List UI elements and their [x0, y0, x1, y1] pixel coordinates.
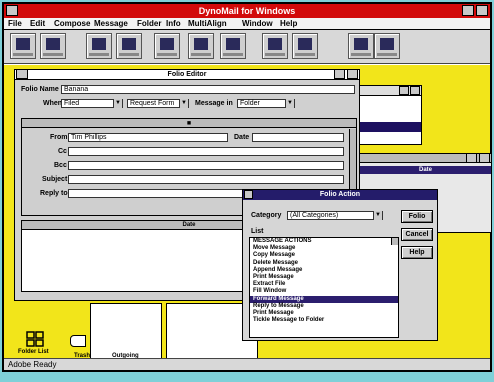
- toolbar-button[interactable]: [188, 33, 214, 59]
- date-input[interactable]: [252, 133, 344, 142]
- toolbar-button[interactable]: [348, 33, 374, 59]
- menu-bar: File Edit Compose Message Folder Info Mu…: [4, 18, 490, 30]
- subject-input[interactable]: [68, 175, 344, 184]
- preview-pane: [90, 303, 162, 359]
- minimize-icon[interactable]: [334, 69, 345, 79]
- menu-help[interactable]: Help: [280, 19, 297, 28]
- folio-editor-title: Folio Editor: [15, 70, 359, 80]
- cc-input[interactable]: [68, 147, 344, 156]
- menu-message[interactable]: Message: [94, 19, 128, 28]
- minimize-icon[interactable]: [399, 86, 409, 95]
- date-column-header: Date: [360, 166, 491, 174]
- category-dropdown[interactable]: (All Categories): [287, 211, 383, 220]
- folio-action-dialog: Folio Action Category (All Categories) L…: [242, 189, 438, 341]
- cc-label: Cc: [58, 148, 67, 155]
- toolbar-button[interactable]: [86, 33, 112, 59]
- bcc-label: Bcc: [54, 162, 67, 169]
- folder-list-icon[interactable]: [26, 331, 44, 349]
- bcc-input[interactable]: [68, 161, 344, 170]
- list-item[interactable]: Move Message: [250, 245, 398, 252]
- maximize-icon[interactable]: [479, 153, 490, 163]
- date-label: Date: [234, 134, 250, 141]
- list-item: MESSAGE ACTIONS: [253, 238, 312, 244]
- from-input[interactable]: Tim Phillips: [68, 133, 228, 142]
- reply-to-label: Reply to: [40, 190, 68, 197]
- window-title: DynoMail for Windows: [4, 4, 490, 18]
- maximize-icon[interactable]: [347, 69, 358, 79]
- minimize-icon[interactable]: [462, 5, 474, 16]
- vertical-scrollbar[interactable]: [391, 238, 398, 246]
- menu-info[interactable]: Info: [166, 19, 181, 28]
- list-item[interactable]: Tickle Message to Folder: [250, 317, 398, 324]
- toolbar-button[interactable]: [154, 33, 180, 59]
- toolbar-button[interactable]: [374, 33, 400, 59]
- menu-multialign[interactable]: MultiAlign: [188, 19, 227, 28]
- main-window: DynoMail for Windows File Edit Compose M…: [2, 2, 492, 372]
- system-menu-icon[interactable]: [244, 190, 253, 199]
- menu-file[interactable]: File: [8, 19, 22, 28]
- from-label: From: [50, 134, 68, 141]
- list-item[interactable]: Reply to Message: [250, 303, 398, 310]
- toolbar-button[interactable]: [292, 33, 318, 59]
- list-item[interactable]: Copy Message: [250, 252, 398, 259]
- status-bar: Adobe Ready: [4, 358, 490, 370]
- toolbar-button[interactable]: [220, 33, 246, 59]
- minimize-icon[interactable]: [466, 153, 477, 163]
- type-dropdown[interactable]: Request Form: [127, 99, 189, 108]
- workspace: Date Folio Editor Folio Name Banana When…: [4, 65, 492, 359]
- folio-button[interactable]: Folio: [401, 210, 433, 223]
- message-in-label: Message in: [195, 100, 233, 107]
- toolbar-button[interactable]: [116, 33, 142, 59]
- folio-name-input[interactable]: Banana: [61, 85, 355, 94]
- toolbar-button[interactable]: [262, 33, 288, 59]
- menu-compose[interactable]: Compose: [54, 19, 90, 28]
- system-menu-icon[interactable]: [16, 69, 28, 79]
- folio-action-title: Folio Action: [243, 190, 437, 200]
- menu-edit[interactable]: Edit: [30, 19, 45, 28]
- list-label: List: [251, 228, 264, 235]
- toolbar-button[interactable]: [40, 33, 66, 59]
- when-dropdown[interactable]: Filed: [61, 99, 123, 108]
- system-menu-icon[interactable]: [6, 5, 18, 16]
- when-label: When: [43, 100, 63, 107]
- list-item[interactable]: Print Message: [250, 310, 398, 317]
- folder-list-label: Folder List: [18, 349, 49, 355]
- toolbar: [4, 30, 490, 64]
- help-button[interactable]: Help: [401, 246, 433, 259]
- list-item[interactable]: Fill Window: [250, 288, 398, 295]
- list-item-selected[interactable]: Forward Message: [250, 295, 398, 303]
- trash-icon[interactable]: [70, 335, 86, 347]
- background-window: [352, 85, 422, 145]
- menu-window[interactable]: Window: [242, 19, 273, 28]
- maximize-icon[interactable]: [410, 86, 420, 95]
- subject-label: Subject: [42, 176, 68, 183]
- list-item[interactable]: Print Message: [250, 274, 398, 281]
- maximize-icon[interactable]: [476, 5, 488, 16]
- folio-name-label: Folio Name: [21, 86, 59, 93]
- menu-folder[interactable]: Folder: [137, 19, 161, 28]
- message-in-dropdown[interactable]: Folder: [237, 99, 295, 108]
- action-list[interactable]: MESSAGE ACTIONS Move Message Copy Messag…: [249, 237, 399, 338]
- list-item[interactable]: Extract File: [250, 281, 398, 288]
- category-label: Category: [251, 212, 282, 219]
- list-item[interactable]: Delete Message: [250, 260, 398, 267]
- cancel-button[interactable]: Cancel: [401, 228, 433, 241]
- toolbar-button[interactable]: [10, 33, 36, 59]
- list-item[interactable]: Append Message: [250, 267, 398, 274]
